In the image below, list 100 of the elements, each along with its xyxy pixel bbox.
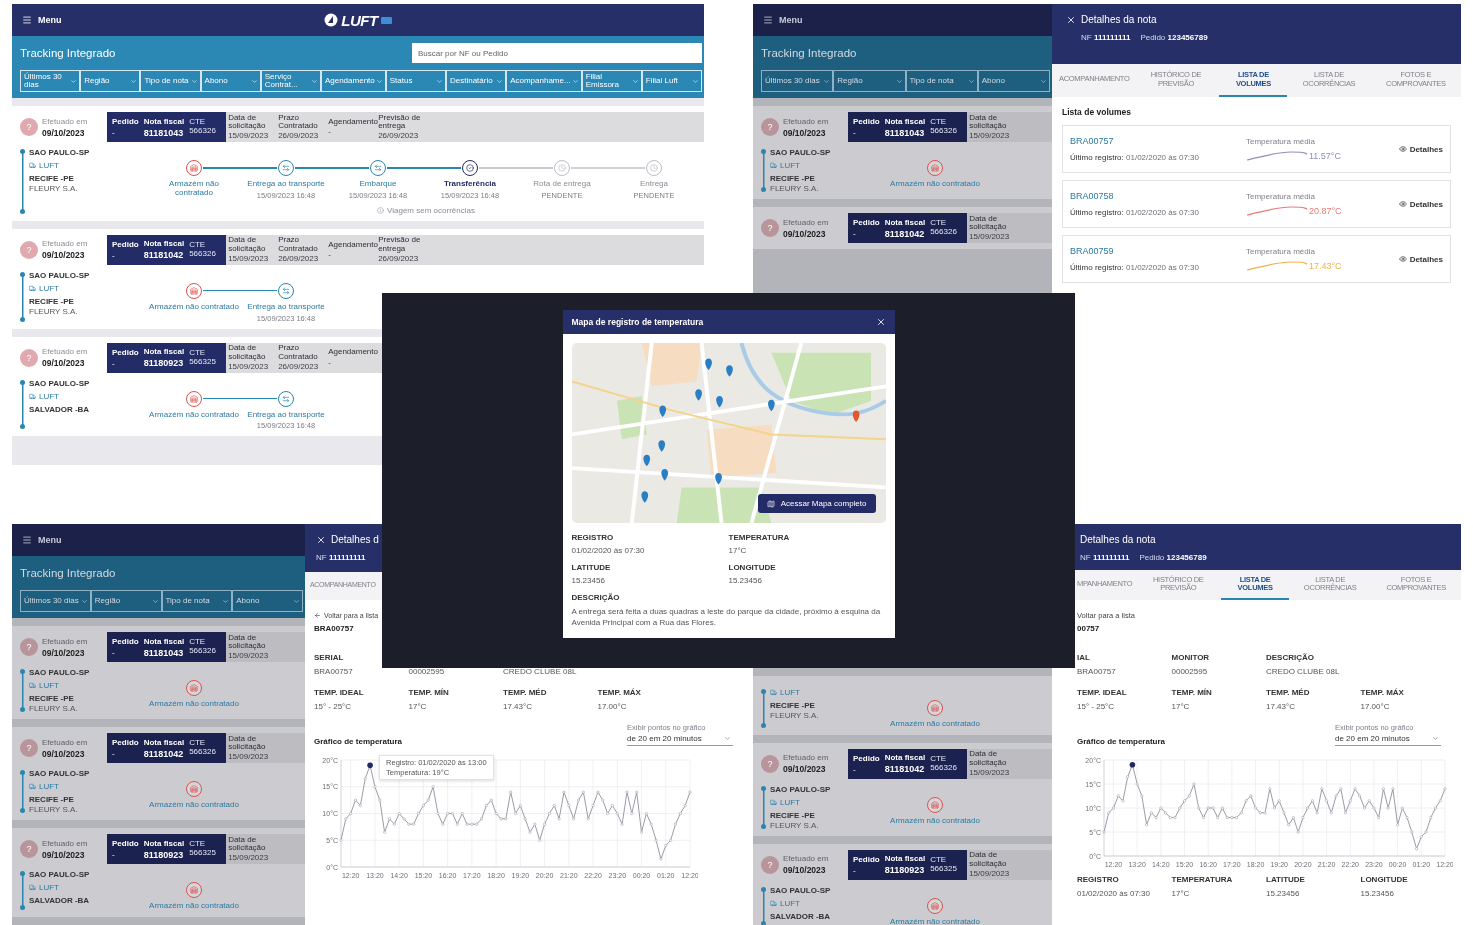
destination-city: RECIFE -PE: [770, 810, 816, 820]
field-label: TEMP. IDEAL: [314, 688, 365, 697]
page-title: Tracking Integrado: [761, 47, 857, 59]
field-value: 17.43°C: [1266, 702, 1296, 711]
destination-city: SALVADOR -BA: [29, 896, 90, 905]
avatar: ?: [20, 240, 38, 259]
field-label: SERIAL: [314, 653, 345, 662]
field-label: Nota fiscal: [884, 217, 926, 227]
field-value: BRA00757: [314, 667, 354, 676]
cte-number: CTE 566326: [189, 241, 217, 259]
field-value: -: [328, 250, 332, 259]
invoice-number: 81181042: [884, 228, 926, 239]
company-name: FLEURY S.A.: [29, 704, 79, 713]
section-title: Lista de volumes: [1062, 107, 1132, 117]
date-label: Efetuado em: [783, 217, 829, 227]
order-date: 09/10/2023: [42, 250, 86, 261]
avatar: ?: [20, 638, 38, 656]
step-label: Entrega ao transporte: [247, 302, 325, 312]
destination-city: RECIFE -PE: [770, 701, 816, 710]
invoice-info: NF 111111111: [1080, 553, 1130, 562]
field-label: Data de solicitação: [969, 214, 1008, 232]
field-label: Data de solicitação: [969, 113, 1008, 131]
invoice-number: 81180923: [143, 849, 185, 860]
field-label: Previsão de entrega: [378, 236, 422, 254]
step-label: Armazém não contratado: [890, 816, 980, 826]
description-text: A entrega será feita a duas quadras a leste do parque da cidade, próximo à esquina da Avenida Principal com a Rua das Flores.: [571, 606, 882, 629]
destination-city: RECIFE -PE: [29, 795, 75, 804]
field-label: TEMP. MÍN: [1171, 688, 1213, 697]
step-label: Armazém não contratado: [168, 180, 220, 198]
field-label: Pedido: [853, 753, 880, 763]
field-label: TEMP. MÉD: [503, 688, 548, 697]
carrier-name: LUFT: [780, 688, 800, 697]
field-label: Nota fiscal: [143, 239, 185, 249]
field-label: Nota fiscal: [884, 854, 926, 864]
step-label: Armazém não contratado: [149, 302, 239, 312]
field-label: TEMPERATURA: [728, 533, 791, 542]
field-value: 15/09/2023: [228, 853, 270, 863]
field-label: TEMP. MÉD: [1266, 688, 1311, 697]
drawer-title: Detalhes da nota: [1081, 14, 1157, 25]
field-value: 15.23456: [1266, 889, 1301, 898]
field-label: REGISTRO: [571, 533, 615, 542]
field-label: Data de solicitação: [228, 734, 267, 752]
field-value: 00002595: [1171, 667, 1209, 676]
field-label: Previsão de entrega: [378, 113, 422, 131]
order-date: 09/10/2023: [783, 127, 827, 138]
chart-title: Gráfico de temperatura: [314, 737, 403, 746]
carrier-name: LUFT: [780, 898, 800, 908]
last-record: Último registro: 01/02/2020 às 07:30: [1070, 208, 1199, 217]
field-value: CREDO CLUBE 08L: [503, 667, 578, 676]
date-label: Efetuado em: [42, 737, 88, 747]
company-name: FLEURY S.A.: [770, 711, 819, 720]
avatar: ?: [761, 855, 779, 874]
cte-number: CTE 566326: [930, 755, 958, 773]
temperature-value: 17.43°C: [1309, 261, 1342, 271]
field-value: 15/09/2023: [228, 651, 270, 661]
field-value: 15.23456: [571, 576, 606, 585]
temperature-value: 11.57°C: [1309, 151, 1341, 161]
field-value: 15/09/2023: [969, 131, 1011, 141]
field-value: 15/09/2023: [228, 254, 270, 264]
field-value: 17°C: [728, 546, 748, 555]
field-label: Data de solicitação: [228, 236, 267, 254]
cte-number: CTE 566326: [930, 118, 958, 136]
origin-city: SAO PAULO-SP: [29, 148, 90, 157]
cte-number: CTE 566326: [189, 638, 217, 656]
field-label: Data de solicitação: [228, 633, 267, 651]
destination-city: SALVADOR -BA: [770, 911, 831, 921]
field-value: 15.23456: [728, 576, 763, 585]
origin-city: SAO PAULO-SP: [770, 148, 831, 157]
invoice-number: 81181042: [143, 250, 185, 261]
date-label: Efetuado em: [783, 753, 829, 763]
origin-city: SAO PAULO-SP: [29, 870, 90, 879]
field-value: -: [853, 229, 857, 238]
field-label: TEMP. MÍN: [408, 688, 450, 697]
field-value: -: [112, 250, 116, 260]
invoice-number: 81181043: [143, 127, 185, 138]
carrier-name: LUFT: [39, 391, 59, 401]
field-label: Nota fiscal: [143, 116, 185, 126]
field-value: 15/09/2023: [228, 131, 270, 141]
step-label: Entrega ao transporte: [247, 410, 325, 420]
field-value: 15.23456: [1360, 889, 1395, 898]
trip-note: Viagem sem ocorrências: [387, 205, 475, 215]
cte-number: CTE 566325: [189, 840, 217, 858]
volume-code: BRA00757: [314, 624, 355, 633]
company-name: FLEURY S.A.: [29, 805, 79, 814]
order-date: 09/10/2023: [42, 849, 86, 860]
order-date: 09/10/2023: [783, 764, 827, 775]
field-value: -: [112, 749, 116, 758]
avatar: ?: [20, 348, 38, 367]
carrier-name: LUFT: [780, 797, 800, 807]
origin-city: SAO PAULO-SP: [29, 378, 90, 388]
field-label: Data de solicitação: [969, 750, 1008, 768]
field-label: Pedido: [112, 637, 139, 646]
field-label: Pedido: [112, 839, 139, 848]
carrier-name: LUFT: [39, 681, 59, 690]
cte-number: CTE 566325: [189, 348, 217, 367]
field-value: 15° - 25°C: [1077, 702, 1116, 711]
order-date: 09/10/2023: [42, 358, 86, 369]
field-value: CREDO CLUBE 08L: [1266, 667, 1341, 676]
company-name: FLEURY S.A.: [29, 184, 79, 193]
volume-code: 00757: [1077, 624, 1101, 633]
